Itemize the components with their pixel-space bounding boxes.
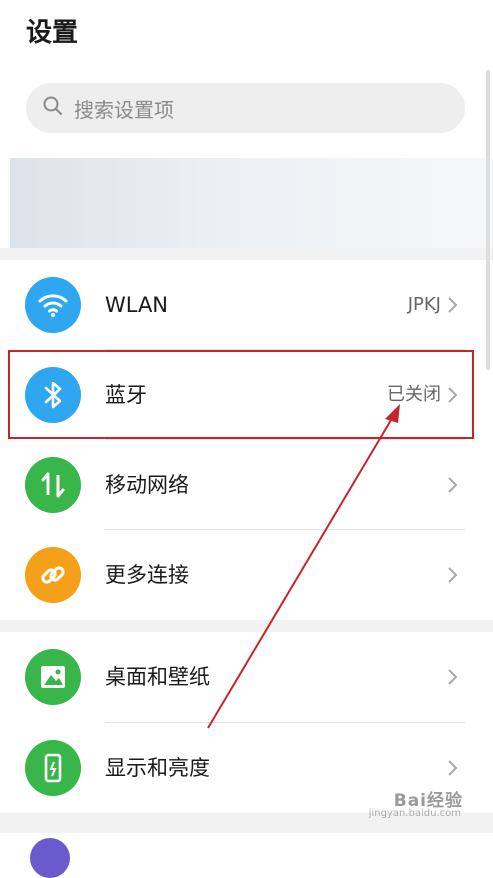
annotation-arrow (207, 404, 400, 729)
partial-settings-icon (30, 838, 70, 878)
watermark-url: jingyan.baidu.com (368, 808, 461, 819)
